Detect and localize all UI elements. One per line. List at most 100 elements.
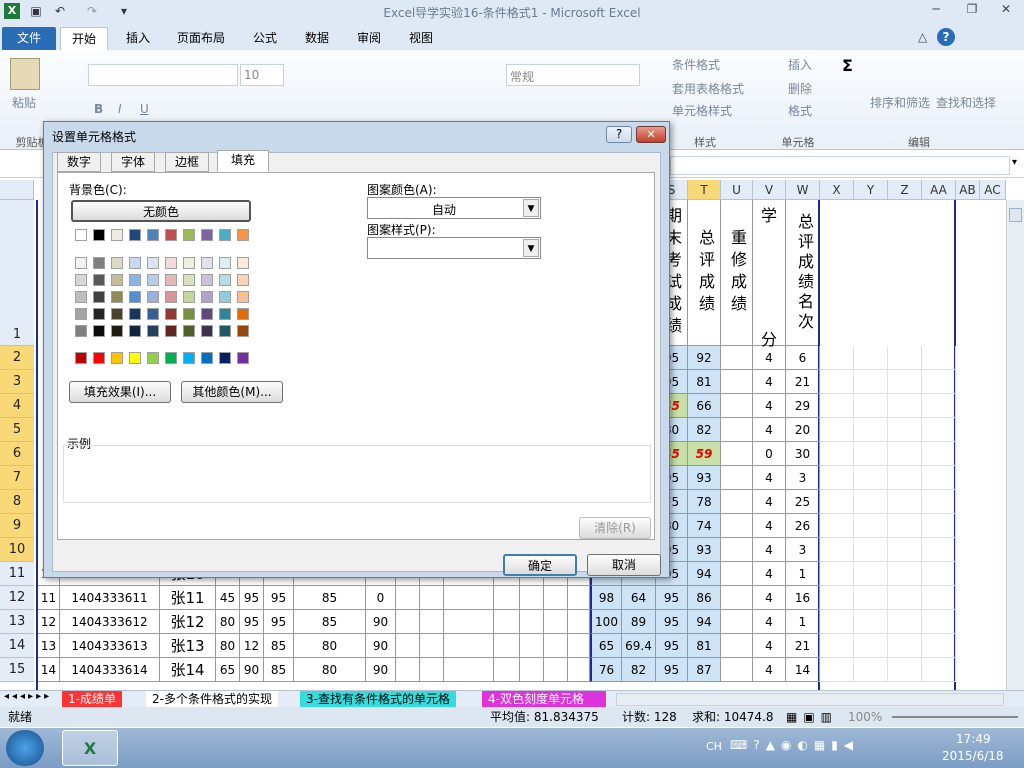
sheet-tab-2[interactable]: 2-多个条件格式的实现 bbox=[146, 691, 278, 708]
empty-cell[interactable] bbox=[888, 394, 922, 418]
table-cell[interactable]: 张12 bbox=[160, 610, 216, 634]
empty-cell[interactable] bbox=[854, 658, 888, 682]
color-swatch[interactable] bbox=[129, 325, 141, 337]
table-cell[interactable]: 1404333613 bbox=[60, 634, 160, 658]
empty-cell[interactable] bbox=[854, 442, 888, 466]
table-cell[interactable] bbox=[544, 634, 568, 658]
table-cell[interactable]: 78 bbox=[688, 490, 721, 514]
table-cell[interactable]: 82 bbox=[622, 658, 656, 682]
column-header-y[interactable]: Y bbox=[854, 180, 888, 200]
sheet-tab-3[interactable]: 3-查找有条件格式的单元格 bbox=[300, 691, 456, 708]
empty-cell[interactable] bbox=[888, 370, 922, 394]
row-header[interactable]: 13 bbox=[0, 610, 34, 634]
table-cell[interactable]: 1 bbox=[786, 562, 820, 586]
color-swatch[interactable] bbox=[237, 291, 249, 303]
color-swatch[interactable] bbox=[111, 229, 123, 241]
tab-page-layout[interactable]: 页面布局 bbox=[170, 27, 232, 50]
color-swatch[interactable] bbox=[201, 257, 213, 269]
table-cell[interactable]: 张11 bbox=[160, 586, 216, 610]
table-cell[interactable]: 14 bbox=[786, 658, 820, 682]
collapse-ribbon-icon[interactable]: △ bbox=[918, 30, 927, 44]
empty-cell[interactable] bbox=[820, 442, 854, 466]
table-cell[interactable]: 张13 bbox=[160, 634, 216, 658]
table-cell[interactable]: 82 bbox=[688, 418, 721, 442]
color-swatch[interactable] bbox=[93, 308, 105, 320]
font-size-box[interactable]: 10 bbox=[240, 64, 284, 86]
more-colors-button[interactable]: 其他颜色(M)... bbox=[181, 381, 283, 403]
empty-cell[interactable] bbox=[922, 370, 956, 394]
empty-cell[interactable] bbox=[922, 442, 956, 466]
table-cell[interactable] bbox=[568, 610, 590, 634]
clear-button[interactable]: 清除(R) bbox=[579, 517, 651, 539]
empty-cell[interactable] bbox=[854, 562, 888, 586]
table-cell[interactable]: 80 bbox=[294, 658, 366, 682]
table-cell[interactable] bbox=[420, 586, 444, 610]
table-cell[interactable] bbox=[420, 634, 444, 658]
color-swatch[interactable] bbox=[183, 308, 195, 320]
empty-cell[interactable] bbox=[854, 394, 888, 418]
row-header[interactable]: 3 bbox=[0, 370, 34, 394]
empty-cell[interactable] bbox=[888, 538, 922, 562]
table-cell[interactable]: 95 bbox=[656, 634, 688, 658]
table-cell[interactable]: 100 bbox=[590, 610, 622, 634]
empty-cell[interactable] bbox=[854, 586, 888, 610]
table-cell[interactable]: 45 bbox=[216, 586, 240, 610]
empty-cell[interactable] bbox=[854, 610, 888, 634]
color-swatch[interactable] bbox=[201, 229, 213, 241]
table-cell[interactable]: 65 bbox=[216, 658, 240, 682]
table-cell[interactable] bbox=[520, 634, 544, 658]
empty-cell[interactable] bbox=[820, 346, 854, 370]
cancel-button[interactable]: 取消 bbox=[587, 554, 661, 576]
column-header-x[interactable]: X bbox=[820, 180, 854, 200]
table-cell[interactable]: 3 bbox=[786, 466, 820, 490]
row-header[interactable]: 4 bbox=[0, 394, 34, 418]
table-cell[interactable] bbox=[721, 586, 753, 610]
color-swatch[interactable] bbox=[219, 308, 231, 320]
empty-cell[interactable] bbox=[854, 634, 888, 658]
underline-button[interactable]: U bbox=[140, 102, 149, 116]
table-cell[interactable]: 69.4 bbox=[622, 634, 656, 658]
tab-font[interactable]: 字体 bbox=[111, 152, 155, 172]
clock-date[interactable]: 2015/6/18 bbox=[942, 749, 1004, 763]
excel-taskbar-button[interactable]: X bbox=[62, 730, 118, 766]
sort-filter-button[interactable]: 排序和筛选 bbox=[870, 94, 930, 111]
table-cell[interactable]: 95 bbox=[656, 658, 688, 682]
table-cell[interactable] bbox=[721, 514, 753, 538]
format-cells-button[interactable]: 格式 bbox=[788, 102, 812, 119]
color-swatch[interactable] bbox=[165, 291, 177, 303]
table-cell[interactable]: 85 bbox=[264, 658, 294, 682]
empty-cell[interactable] bbox=[820, 634, 854, 658]
number-format-box[interactable]: 常规 bbox=[506, 64, 640, 86]
color-swatch[interactable] bbox=[183, 291, 195, 303]
ok-button[interactable]: 确定 bbox=[503, 554, 577, 576]
empty-cell[interactable] bbox=[820, 370, 854, 394]
empty-cell[interactable] bbox=[854, 346, 888, 370]
table-cell[interactable]: 4 bbox=[753, 490, 786, 514]
table-cell[interactable]: 95 bbox=[264, 586, 294, 610]
table-cell[interactable] bbox=[568, 634, 590, 658]
zoom-slider[interactable] bbox=[892, 716, 1018, 718]
empty-cell[interactable] bbox=[888, 514, 922, 538]
table-cell[interactable] bbox=[568, 586, 590, 610]
color-swatch[interactable] bbox=[237, 308, 249, 320]
clock-time[interactable]: 17:49 bbox=[956, 732, 991, 746]
empty-cell[interactable] bbox=[820, 418, 854, 442]
row-header-1[interactable]: 1 bbox=[0, 200, 34, 346]
table-cell[interactable]: 0 bbox=[753, 442, 786, 466]
table-cell[interactable]: 1404333611 bbox=[60, 586, 160, 610]
color-swatch[interactable] bbox=[237, 257, 249, 269]
color-swatch[interactable] bbox=[147, 257, 159, 269]
row-header[interactable]: 2 bbox=[0, 346, 34, 370]
table-cell[interactable] bbox=[544, 658, 568, 682]
table-cell[interactable] bbox=[396, 658, 420, 682]
color-swatch[interactable] bbox=[201, 308, 213, 320]
color-swatch[interactable] bbox=[183, 229, 195, 241]
table-cell[interactable]: 95 bbox=[240, 586, 264, 610]
empty-cell[interactable] bbox=[820, 466, 854, 490]
paste-button[interactable]: 粘贴 bbox=[12, 94, 36, 111]
table-cell[interactable]: 87 bbox=[688, 658, 721, 682]
table-cell[interactable]: 11 bbox=[38, 586, 60, 610]
color-swatch[interactable] bbox=[93, 229, 105, 241]
empty-cell[interactable] bbox=[922, 490, 956, 514]
paste-icon[interactable] bbox=[10, 58, 40, 90]
